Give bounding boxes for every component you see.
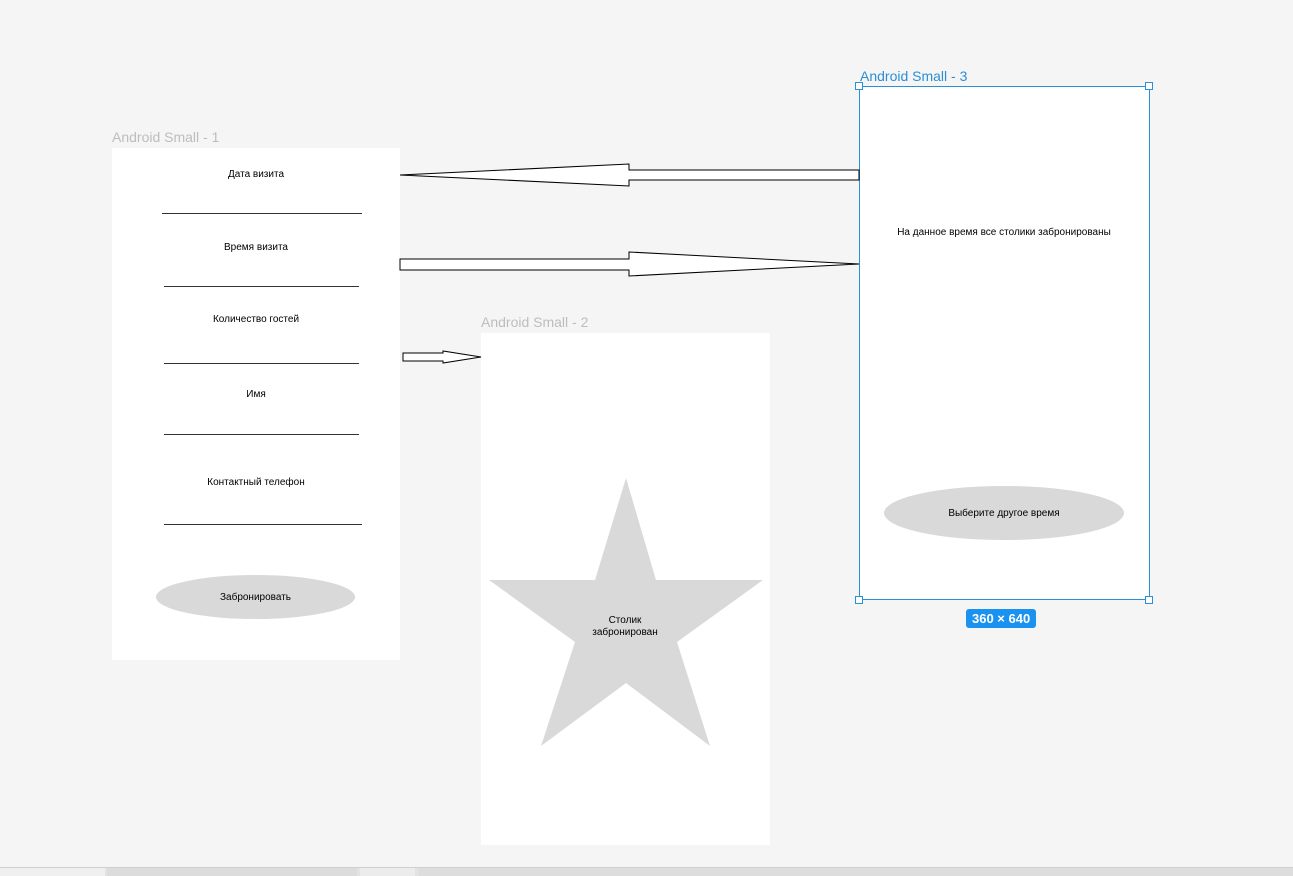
star-text-line-2: забронирован xyxy=(592,627,658,638)
book-button[interactable]: Забронировать xyxy=(156,575,355,619)
resize-handle-bottom-left[interactable] xyxy=(855,596,863,604)
arrow-frame3-to-date xyxy=(399,163,860,187)
star-shape[interactable] xyxy=(481,333,770,845)
field-label-guests-count: Количество гостей xyxy=(212,314,300,325)
field-underline-guests-count[interactable] xyxy=(164,363,359,364)
star-text: Столик забронирован xyxy=(575,615,675,639)
frame-1[interactable]: Дата визита Время визита Количество гост… xyxy=(112,148,400,660)
frame-size-badge: 360 × 640 xyxy=(966,609,1037,628)
field-underline-visit-time[interactable] xyxy=(164,286,359,287)
choose-other-time-button[interactable]: Выберите другое время xyxy=(884,486,1124,540)
arrow-frame3-to-time xyxy=(399,251,860,277)
frame-2-title[interactable]: Android Small - 2 xyxy=(481,314,588,330)
frame-1-title[interactable]: Android Small - 1 xyxy=(112,129,219,145)
field-label-name: Имя xyxy=(246,389,266,400)
star-text-line-1: Столик xyxy=(608,615,642,626)
frame-2[interactable]: Столик забронирован xyxy=(481,333,770,845)
frame-3-title[interactable]: Android Small - 3 xyxy=(860,68,967,84)
arrow-to-frame2 xyxy=(402,350,482,364)
field-underline-phone[interactable] xyxy=(164,524,362,525)
field-label-visit-time: Время визита xyxy=(224,242,288,253)
field-underline-visit-date[interactable] xyxy=(162,213,362,214)
resize-handle-top-left[interactable] xyxy=(855,82,863,90)
resize-handle-top-right[interactable] xyxy=(1145,82,1153,90)
design-canvas[interactable]: Android Small - 1 Дата визита Время визи… xyxy=(0,0,1293,876)
field-underline-name[interactable] xyxy=(164,434,359,435)
field-label-visit-date: Дата визита xyxy=(227,169,285,180)
frame-3[interactable]: На данное время все столики забронирован… xyxy=(859,86,1149,600)
no-tables-message: На данное время все столики забронирован… xyxy=(897,227,1111,238)
resize-handle-bottom-right[interactable] xyxy=(1145,596,1153,604)
field-label-phone: Контактный телефон xyxy=(207,477,305,488)
